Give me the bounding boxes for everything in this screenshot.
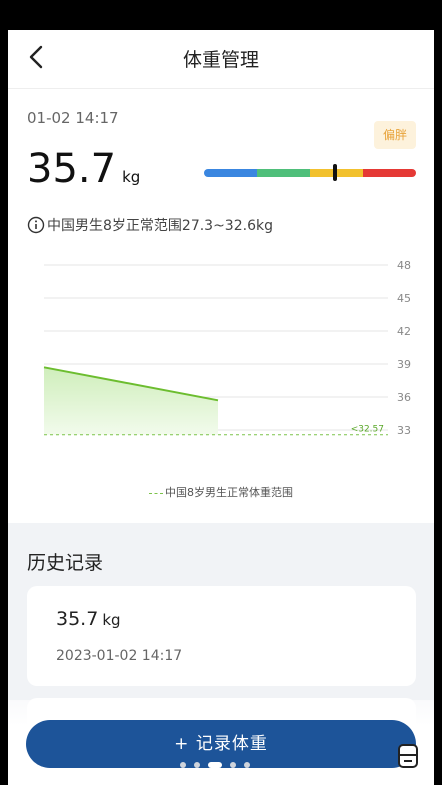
weight-unit: kg xyxy=(122,168,141,186)
normal-range-text: 中国男生8岁正常范围27.3~32.6kg xyxy=(47,218,273,234)
history-title: 历史记录 xyxy=(27,552,104,574)
record-weight-value: 35.7 xyxy=(56,608,99,630)
record-weight: 35.7 kg xyxy=(56,608,121,630)
page-dot xyxy=(244,762,250,768)
bmi-scale-bar xyxy=(204,169,416,177)
app-screen: 体重管理 01-02 14:17 偏胖 35.7 kg 中国男生8岁正常范围27.… xyxy=(8,30,434,785)
page-indicator xyxy=(180,762,250,768)
info-icon xyxy=(27,216,45,234)
scale-segment-3 xyxy=(363,169,416,177)
page-dot xyxy=(230,762,236,768)
scale-marker xyxy=(333,164,338,181)
weight-value: 35.7 xyxy=(27,146,117,192)
normal-range-info: 中国男生8岁正常范围27.3~32.6kg xyxy=(27,215,273,235)
reference-line-label: <32.57 xyxy=(351,425,384,435)
page-dot-active xyxy=(208,762,222,768)
series-area xyxy=(44,367,218,435)
chart-legend: 中国8岁男生正常体重范围 xyxy=(8,484,434,500)
weight-chart: 48 45 42 39 36 33 <32.57 xyxy=(43,259,411,437)
legend-swatch xyxy=(149,492,163,494)
measurement-datetime: 01-02 14:17 xyxy=(27,109,119,127)
page-dot xyxy=(180,762,186,768)
scale-segment-1 xyxy=(257,169,310,177)
navbar: 体重管理 xyxy=(8,30,434,88)
y-tick-label: 33 xyxy=(397,424,411,437)
y-tick-label: 39 xyxy=(397,358,411,371)
record-date: 2023-01-02 14:17 xyxy=(56,648,183,664)
current-weight: 35.7 kg xyxy=(27,146,140,192)
legend-label: 中国8岁男生正常体重范围 xyxy=(165,486,293,499)
scale-segment-0 xyxy=(204,169,257,177)
floating-clipboard-icon[interactable] xyxy=(396,742,422,770)
y-tick-label: 45 xyxy=(397,292,411,305)
header-divider xyxy=(8,88,434,89)
history-record-card[interactable]: 35.7 kg 2023-01-02 14:17 xyxy=(27,586,416,686)
record-weight-button[interactable]: + 记录体重 xyxy=(26,720,416,768)
y-tick-label: 36 xyxy=(397,391,411,404)
record-weight-unit: kg xyxy=(102,611,121,629)
page-dot xyxy=(194,762,200,768)
status-badge: 偏胖 xyxy=(374,121,416,149)
y-tick-label: 42 xyxy=(397,325,411,338)
page-title: 体重管理 xyxy=(182,49,259,71)
y-tick-label: 48 xyxy=(397,259,411,272)
